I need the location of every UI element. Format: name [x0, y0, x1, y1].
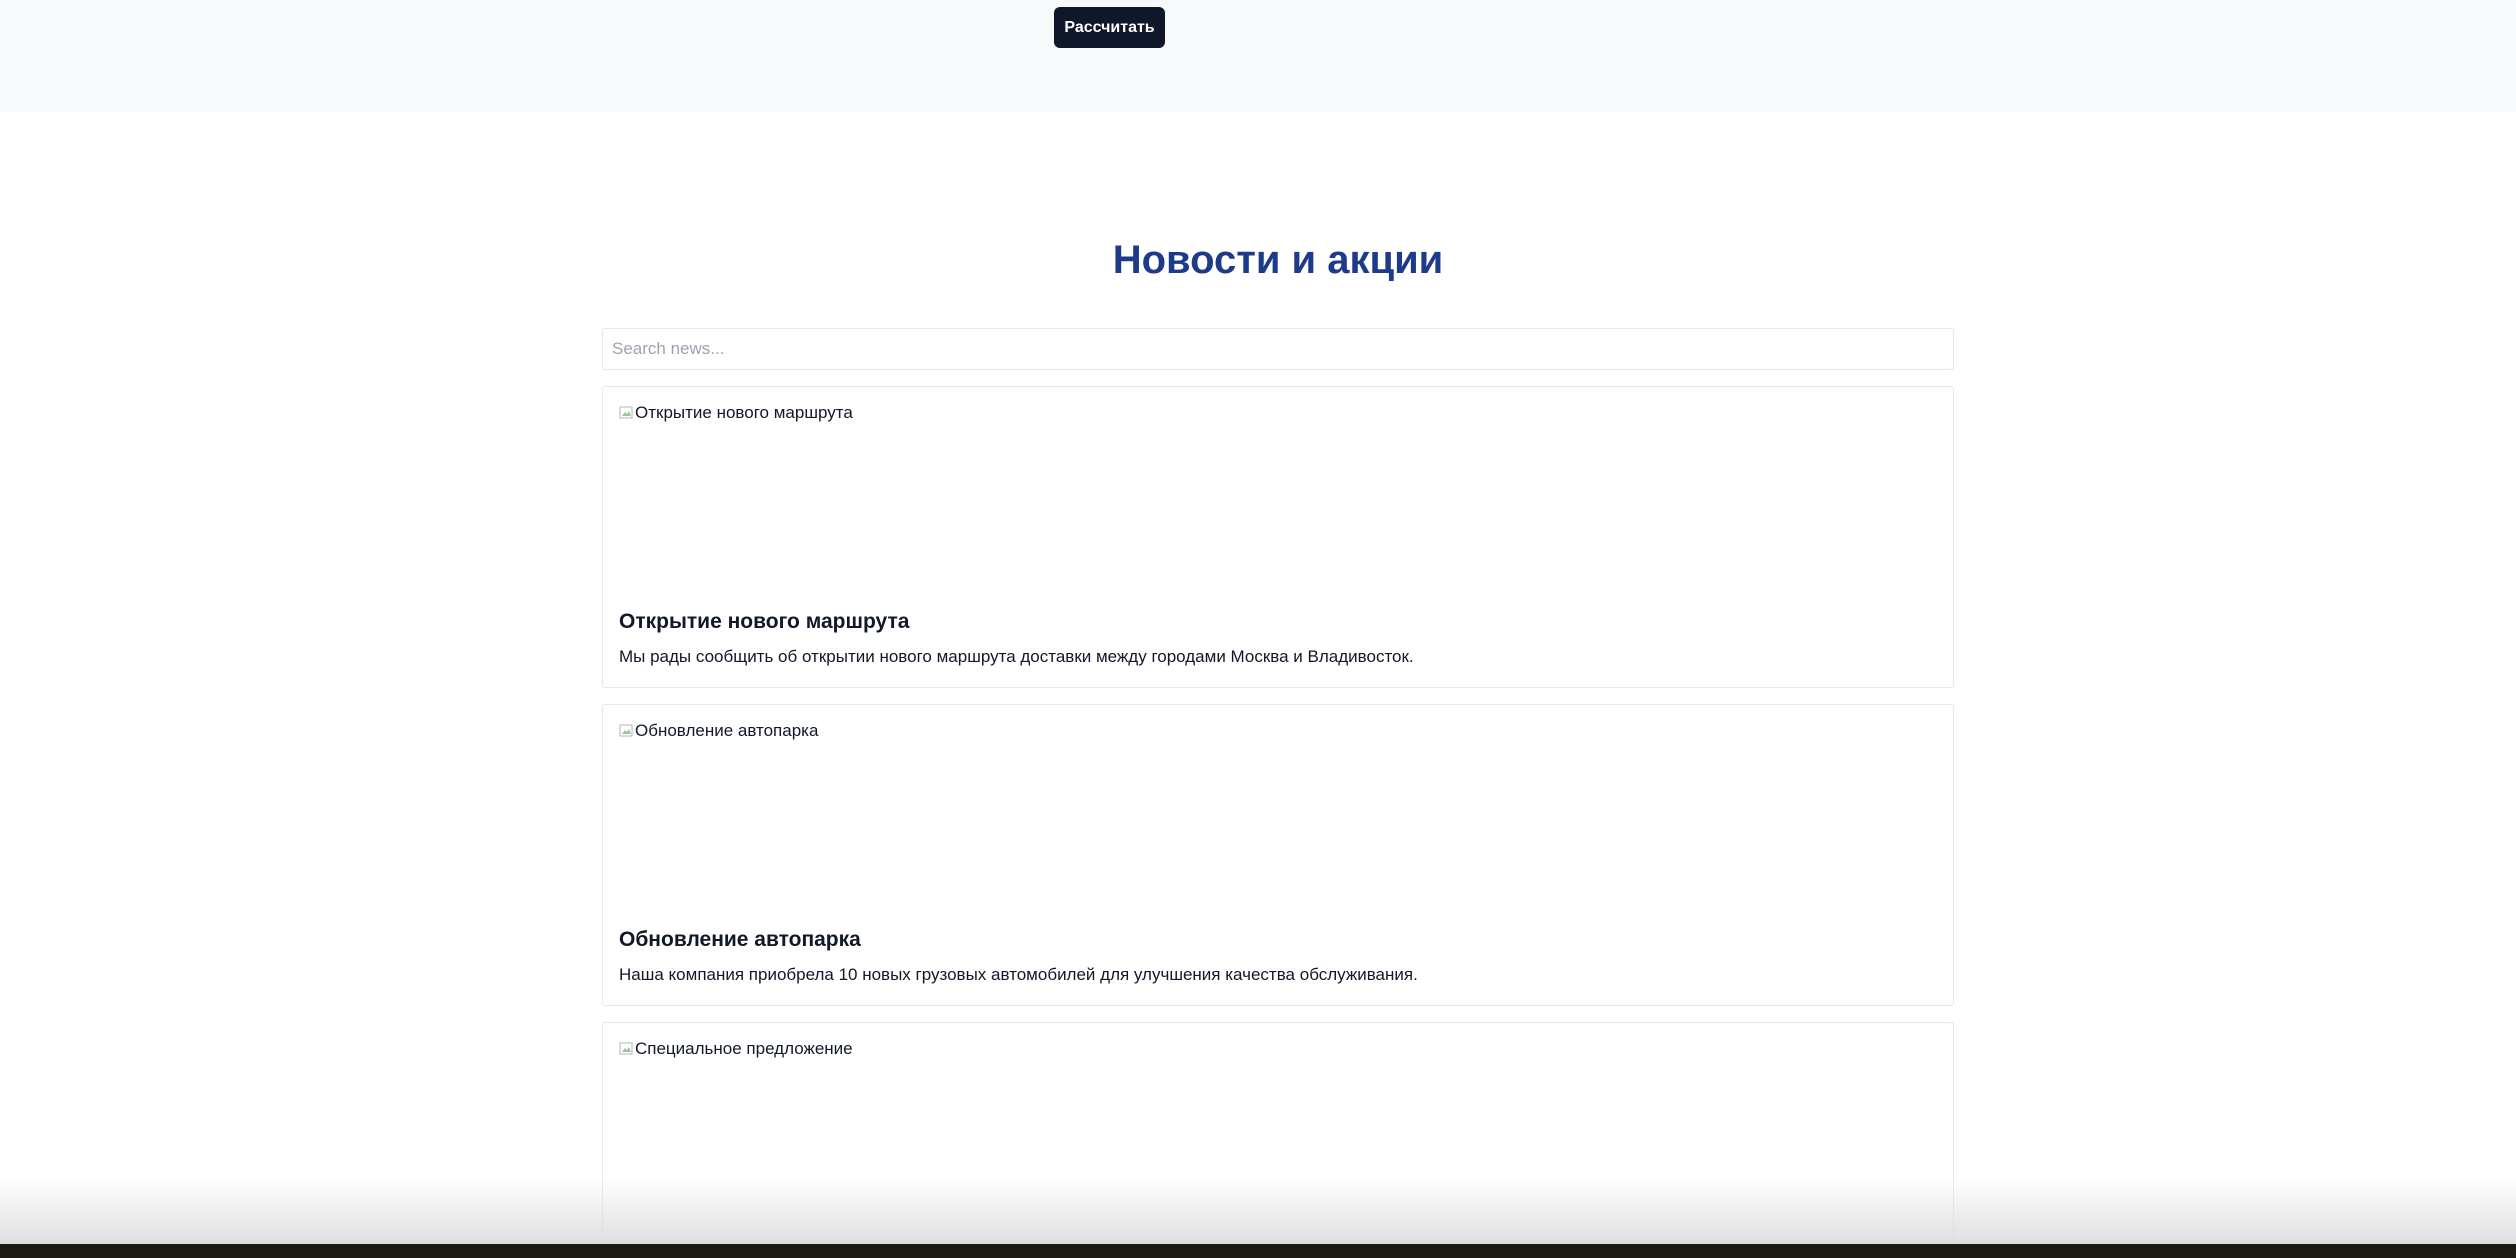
news-text: Мы рады сообщить об открытии нового марш…: [619, 647, 1414, 666]
news-image-alt-text: Обновление автопарка: [635, 721, 819, 740]
news-title: Обновление автопарка: [619, 928, 861, 951]
news-card: Специальное предложение: [602, 1022, 1954, 1258]
news-image: Открытие нового маршрута: [619, 403, 853, 423]
broken-image-icon: [619, 406, 633, 419]
news-image-alt-text: Специальное предложение: [635, 1039, 853, 1058]
news-section-title: Новости и акции: [1112, 238, 1444, 282]
broken-image-icon: [619, 724, 633, 737]
news-search-input[interactable]: [602, 328, 1954, 370]
news-image-alt-text: Открытие нового маршрута: [635, 403, 853, 422]
calculator-section: Рассчитать: [0, 0, 2516, 112]
news-card: Обновление автопарка Обновление автопарк…: [602, 704, 1954, 1006]
news-title: Открытие нового маршрута: [619, 610, 910, 633]
calculate-button[interactable]: Рассчитать: [1054, 7, 1165, 48]
broken-image-icon: [619, 1042, 633, 1055]
news-card: Открытие нового маршрута Открытие нового…: [602, 386, 1954, 688]
news-image: Специальное предложение: [619, 1039, 853, 1059]
news-image: Обновление автопарка: [619, 721, 818, 741]
bottom-edge: [0, 1244, 2516, 1258]
news-text: Наша компания приобрела 10 новых грузовы…: [619, 965, 1418, 984]
